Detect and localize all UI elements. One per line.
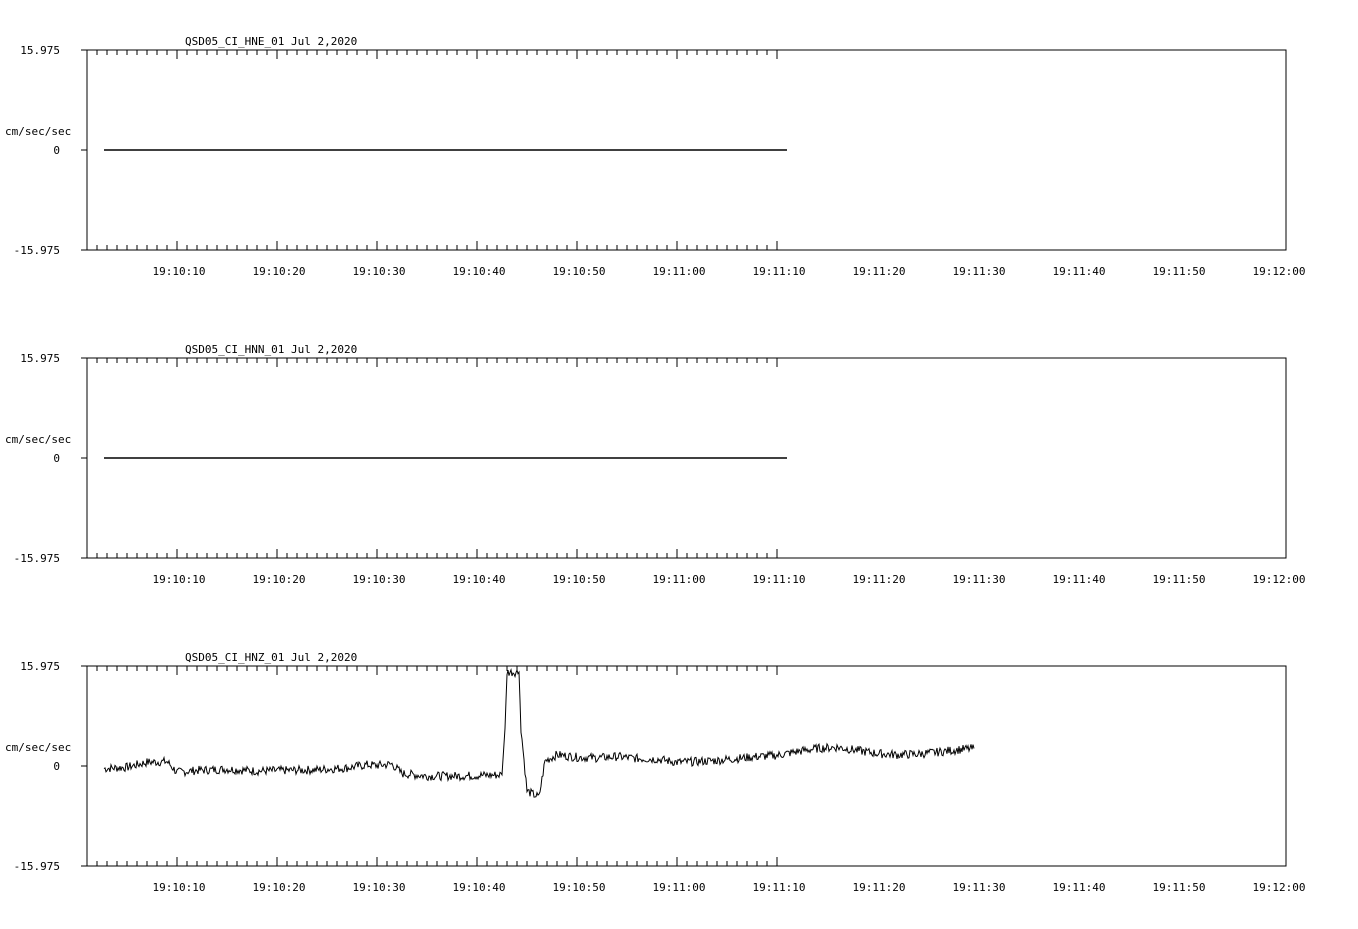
- xtick-label: 19:11:40: [1053, 265, 1106, 278]
- panel-title: QSD05_CI_HNN_01 Jul 2,2020: [185, 343, 357, 356]
- xtick-label: 19:11:20: [853, 265, 906, 278]
- xtick-label: 19:10:20: [253, 573, 306, 586]
- xtick-label: 19:11:00: [653, 265, 706, 278]
- xtick-label: 19:11:40: [1053, 573, 1106, 586]
- xtick-label: 19:10:10: [153, 573, 206, 586]
- panel-title: QSD05_CI_HNE_01 Jul 2,2020: [185, 35, 357, 48]
- xtick-label: 19:11:30: [953, 573, 1006, 586]
- xtick-label: 19:11:10: [753, 881, 806, 894]
- panel-0: 15.975 0 -15.975 cm/sec/sec QSD05_CI_HNE_01 …: [5, 35, 1305, 278]
- xtick-label: 19:10:30: [353, 265, 406, 278]
- xtick-label: 19:11:00: [653, 881, 706, 894]
- xtick-label: 19:11:00: [653, 573, 706, 586]
- xtick-label: 19:10:40: [453, 265, 506, 278]
- xtick-label: 19:11:50: [1153, 881, 1206, 894]
- xtick-label: 19:11:20: [853, 573, 906, 586]
- xtick-label: 19:10:50: [553, 573, 606, 586]
- xtick-label: 19:10:40: [453, 881, 506, 894]
- xtick-label: 19:12:00: [1253, 881, 1306, 894]
- ytick-label-max: 15.975: [20, 44, 60, 57]
- ytick-label-min: -15.975: [14, 860, 60, 873]
- ytick-label-min: -15.975: [14, 244, 60, 257]
- xtick-label: 19:10:50: [553, 881, 606, 894]
- xtick-label: 19:10:50: [553, 265, 606, 278]
- ytick-label-max: 15.975: [20, 352, 60, 365]
- panel-2: 15.975 0 -15.975 cm/sec/sec QSD05_CI_HNZ_01 …: [5, 651, 1305, 894]
- panel-title: QSD05_CI_HNZ_01 Jul 2,2020: [185, 651, 357, 664]
- xtick-label: 19:10:40: [453, 573, 506, 586]
- xtick-label: 19:10:20: [253, 265, 306, 278]
- xtick-label: 19:10:20: [253, 881, 306, 894]
- xtick-label: 19:11:50: [1153, 573, 1206, 586]
- xtick-label: 19:11:30: [953, 881, 1006, 894]
- xtick-label: 19:10:10: [153, 881, 206, 894]
- panel-1: 15.975 0 -15.975 cm/sec/sec QSD05_CI_HNN_01 …: [5, 343, 1305, 586]
- y-axis-label: cm/sec/sec: [5, 741, 71, 754]
- xtick-label: 19:10:30: [353, 881, 406, 894]
- ytick-label-zero: 0: [53, 452, 60, 465]
- xtick-label: 19:11:40: [1053, 881, 1106, 894]
- y-axis-label: cm/sec/sec: [5, 433, 71, 446]
- seismogram-page: 15.975 0 -15.975 cm/sec/sec QSD05_CI_HNE_01 …: [0, 0, 1358, 924]
- xtick-label: 19:11:10: [753, 573, 806, 586]
- ytick-label-min: -15.975: [14, 552, 60, 565]
- ytick-label-zero: 0: [53, 144, 60, 157]
- xtick-label: 19:11:50: [1153, 265, 1206, 278]
- ytick-label-zero: 0: [53, 760, 60, 773]
- ytick-label-max: 15.975: [20, 660, 60, 673]
- xtick-label: 19:12:00: [1253, 573, 1306, 586]
- xtick-label: 19:12:00: [1253, 265, 1306, 278]
- xtick-label: 19:11:30: [953, 265, 1006, 278]
- xtick-label: 19:10:30: [353, 573, 406, 586]
- xtick-label: 19:11:20: [853, 881, 906, 894]
- seismogram-svg: 15.975 0 -15.975 cm/sec/sec QSD05_CI_HNE_01 …: [0, 0, 1358, 924]
- xtick-label: 19:11:10: [753, 265, 806, 278]
- xtick-label: 19:10:10: [153, 265, 206, 278]
- trace-line: [104, 670, 974, 797]
- y-axis-label: cm/sec/sec: [5, 125, 71, 138]
